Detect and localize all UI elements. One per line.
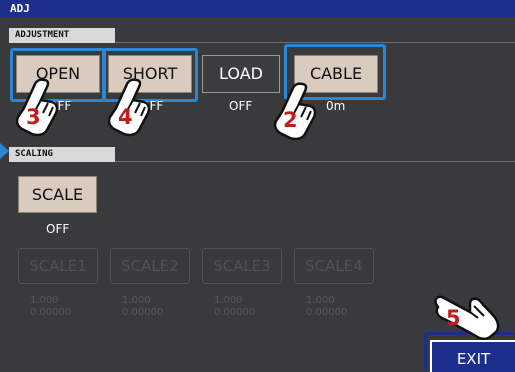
pointing-hand-icon [434,295,500,340]
scale2-value-a: 1.000 [122,295,151,306]
section-divider [115,42,515,43]
load-button-label: LOAD [219,64,263,83]
scale-status: OFF [46,222,70,236]
scale3-button[interactable]: SCALE3 [202,248,282,284]
scale4-values: 1.000 0.00000 [306,295,347,319]
scale3-values: 1.000 0.00000 [214,295,255,319]
scale1-button[interactable]: SCALE1 [18,248,98,284]
load-status: OFF [229,99,253,113]
scale-button-label: SCALE [31,185,84,204]
scale-button[interactable]: SCALE [18,176,97,213]
cable-status: 0m [326,99,346,113]
load-button[interactable]: LOAD [202,55,280,93]
scale3-value-a: 1.000 [214,295,243,306]
arrow-pointer-icon [0,143,9,159]
scale4-value-a: 1.000 [306,295,335,306]
scale2-value-b: 0.00000 [122,307,164,318]
section-divider [115,161,515,162]
section-label-adjustment: ADJUSTMENT [9,28,115,43]
scale1-values: 1.000 0.00000 [30,295,71,319]
scale3-value-b: 0.00000 [214,307,256,318]
callout-number: 2 [283,108,298,132]
exit-button[interactable]: EXIT [430,340,515,372]
scale4-value-b: 0.00000 [306,307,348,318]
callout-number: 4 [118,105,133,129]
instrument-screen: ADJ ADJUSTMENT OPEN SHORT LOAD CABLE OFF… [0,0,515,372]
scale1-value-b: 0.00000 [30,307,72,318]
scale1-value-a: 1.000 [30,295,59,306]
scale2-values: 1.000 0.00000 [122,295,163,319]
scale4-button[interactable]: SCALE4 [294,248,374,284]
section-label-scaling: SCALING [9,147,115,162]
callout-number: 5 [446,306,461,330]
callout-number: 3 [26,105,41,129]
window-title: ADJ [0,0,515,17]
scale2-button[interactable]: SCALE2 [110,248,190,284]
